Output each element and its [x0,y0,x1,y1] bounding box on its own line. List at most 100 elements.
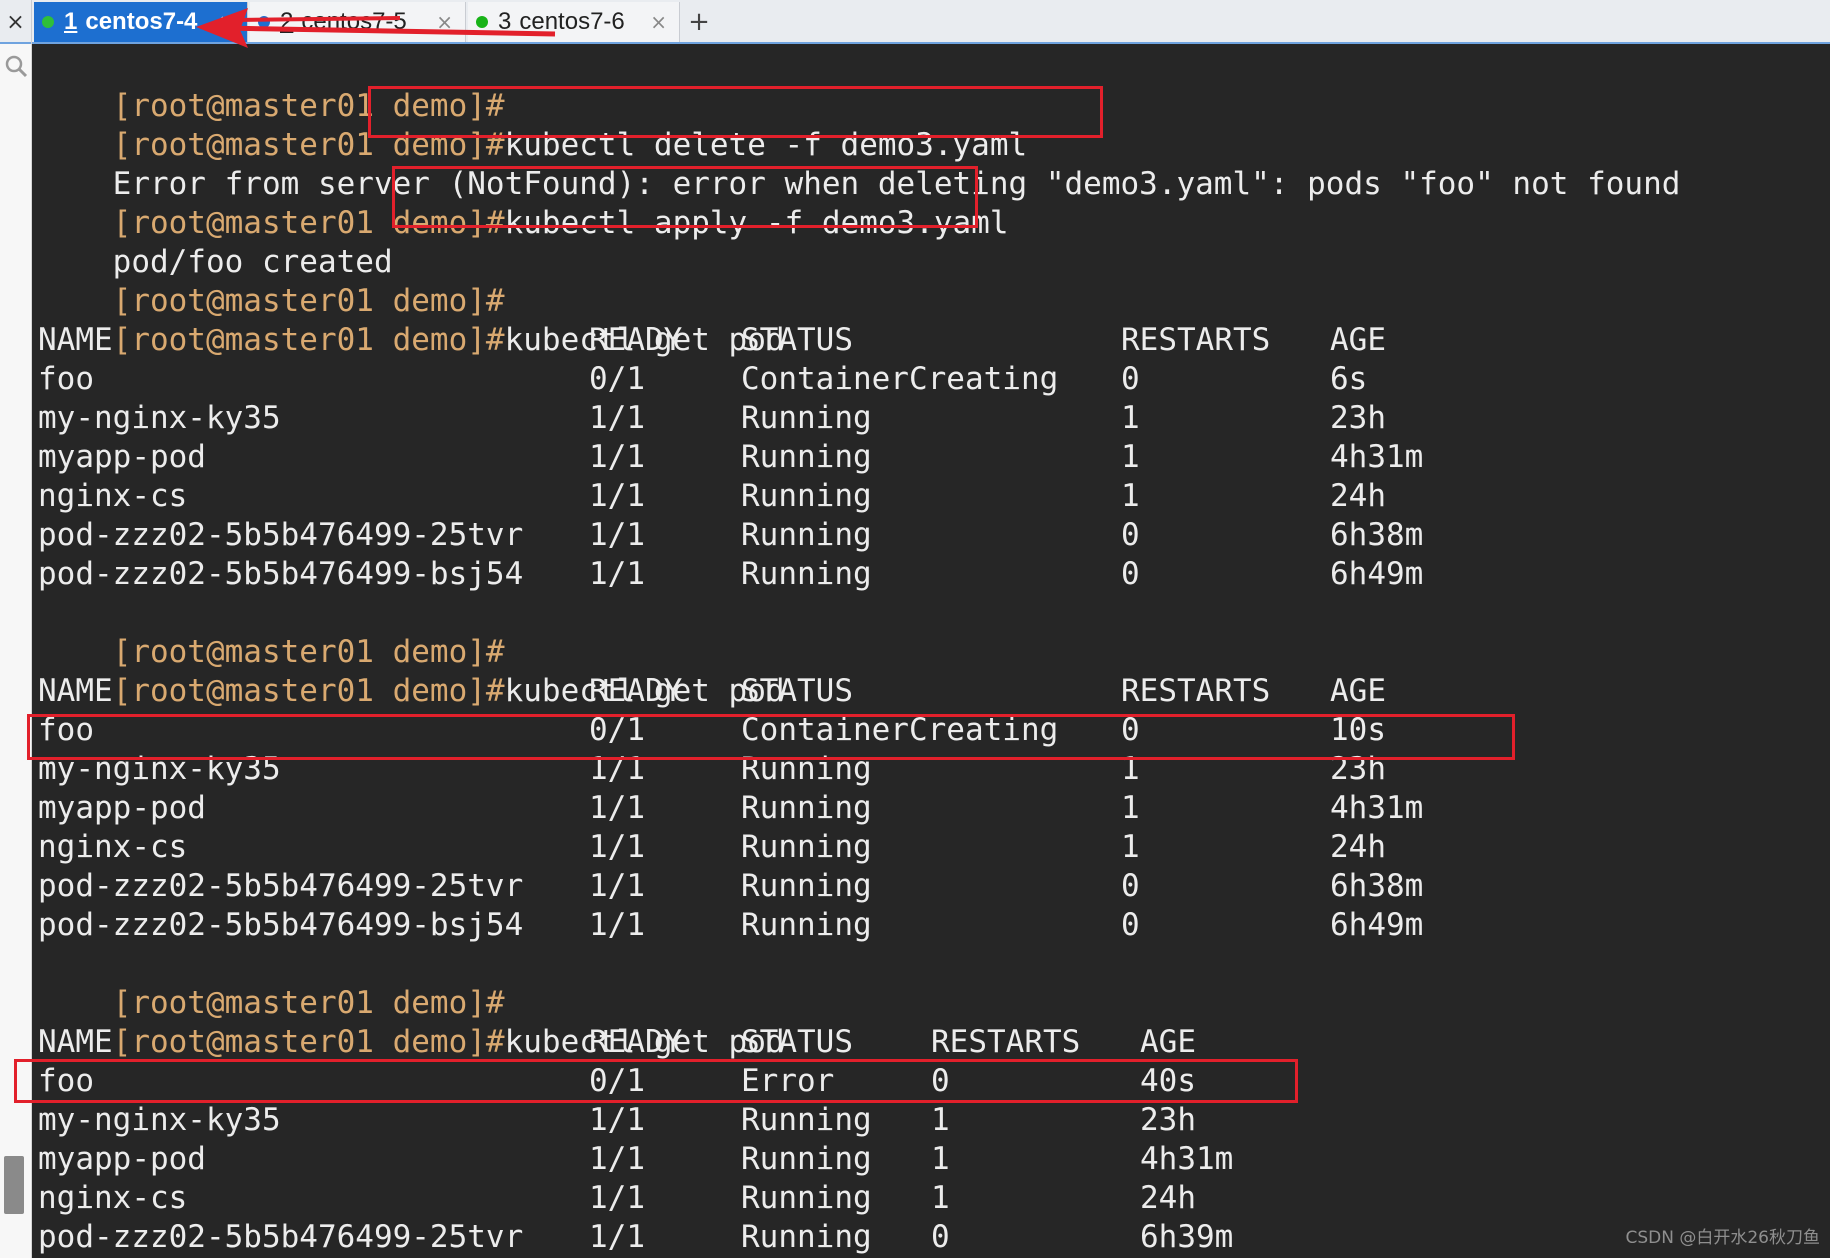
pod-name: pod-zzz02-5b5b476499-25tvr [38,517,524,553]
pod-restarts: 1 [1121,829,1140,865]
terminal-line: [root@master01 demo]# [38,945,505,1021]
pod-restarts: 1 [931,1102,950,1138]
table-row: nginx-cs 1/1 Running 1 24h [38,828,1638,867]
table-row: my-nginx-ky35 1/1 Running 1 23h [38,399,1638,438]
info-dot-icon [258,16,270,28]
pod-ready: 1/1 [589,1180,645,1216]
pod-restarts: 0 [1121,907,1140,943]
status-dot-icon [42,16,54,28]
pod-restarts: 0 [1121,868,1140,904]
terminal-line: [root@master01 demo]#kubectl delete -f d… [38,87,1028,163]
pod-ready: 1/1 [589,907,645,943]
tab-centos7-6[interactable]: 3 centos7-6 × [468,2,680,42]
tab-close-icon[interactable]: × [650,10,667,34]
new-tab-button[interactable]: + [682,2,716,42]
tab-number: 3 [498,8,512,35]
pod-name: pod-zzz02-5b5b476499-25tvr [38,868,524,904]
table-header: NAME READY STATUS RESTARTS AGE [38,321,1638,360]
pod-restarts: 0 [1121,712,1140,748]
column-header: STATUS [741,1024,853,1060]
pod-name: pod-zzz02-5b5b476499-25tvr [38,1219,524,1255]
status-dot-icon [476,16,488,28]
pod-restarts: 1 [1121,439,1140,475]
close-all-button[interactable]: × [0,0,32,44]
tab-number: 1 [64,8,78,35]
pod-name: my-nginx-ky35 [38,751,281,787]
pod-name: foo [38,1063,94,1099]
terminal-line: [root@master01 demo]# [38,243,505,319]
pod-ready: 0/1 [589,712,645,748]
pod-age: 23h [1140,1102,1196,1138]
pod-age: 6h38m [1330,517,1424,553]
pod-age: 6s [1330,361,1368,397]
pod-age: 10s [1330,712,1386,748]
terminal-line: [root@master01 demo]#kubectl get pod [38,282,785,358]
table-row: pod-zzz02-5b5b476499-bsj54 1/1 Running 0… [38,906,1638,945]
table-row: foo 0/1 ContainerCreating 0 10s [38,711,1638,750]
pod-status: Running [741,1219,872,1255]
pod-ready: 1/1 [589,439,645,475]
pod-status: Running [741,439,872,475]
pod-status: Running [741,751,872,787]
terminal-line: [root@master01 demo]#kubectl get pod [38,633,785,709]
column-header: READY [589,673,683,709]
pod-age: 4h31m [1330,790,1424,826]
pod-ready: 1/1 [589,517,645,553]
pod-name: nginx-cs [38,478,188,514]
pod-name: myapp-pod [38,1141,206,1177]
tab-label: centos7-6 [519,8,625,35]
pod-ready: 0/1 [589,361,645,397]
left-sidebar [0,44,32,1258]
tab-number: 2 [280,8,294,35]
pod-status: ContainerCreating [741,361,1059,397]
terminal-line: pod/foo created [38,204,393,280]
pod-status: ContainerCreating [741,712,1059,748]
pod-age: 24h [1140,1180,1196,1216]
pod-name: myapp-pod [38,439,206,475]
pod-status: Running [741,478,872,514]
tab-centos7-5[interactable]: 2 centos7-5 × [250,2,466,42]
pod-name: foo [38,361,94,397]
pod-age: 6h49m [1330,556,1424,592]
pod-name: foo [38,712,94,748]
table-row: myapp-pod 1/1 Running 1 4h31m [38,438,1638,477]
column-header: AGE [1330,322,1386,358]
pod-ready: 0/1 [589,1063,645,1099]
search-icon[interactable] [4,54,28,78]
table-row: my-nginx-ky35 1/1 Running 1 23h [38,1101,1638,1140]
pod-name: my-nginx-ky35 [38,400,281,436]
terminal-line: Error from server (NotFound): error when… [38,126,1681,202]
pod-ready: 1/1 [589,751,645,787]
column-header: READY [589,322,683,358]
pod-status: Running [741,868,872,904]
column-header: NAME [38,673,113,709]
terminal-output[interactable]: [root@master01 demo]# [root@master01 dem… [32,44,1830,1258]
pod-ready: 1/1 [589,1141,645,1177]
pod-age: 40s [1140,1063,1196,1099]
column-header: RESTARTS [1121,673,1271,709]
tab-close-icon[interactable]: × [436,10,453,34]
pod-age: 24h [1330,478,1386,514]
pod-ready: 1/1 [589,1219,645,1255]
pod-status: Running [741,829,872,865]
column-header: NAME [38,322,113,358]
pod-name: pod-zzz02-5b5b476499-bsj54 [38,556,524,592]
pod-age: 4h31m [1330,439,1424,475]
pod-restarts: 0 [1121,361,1140,397]
pod-name: nginx-cs [38,829,188,865]
scrollbar-thumb[interactable] [4,1156,24,1214]
pod-restarts: 0 [1121,556,1140,592]
tab-centos7-4[interactable]: 1 centos7-4 × [34,2,248,42]
pod-status: Running [741,400,872,436]
pod-name: my-nginx-ky35 [38,1102,281,1138]
table-row: pod-zzz02-5b5b476499-25tvr 1/1 Running 0… [38,867,1638,906]
pod-restarts: 1 [1121,478,1140,514]
pod-name: pod-zzz02-5b5b476499-bsj54 [38,907,524,943]
command-text: kubectl apply -f demo3.yaml [504,205,1009,241]
tab-close-icon[interactable]: × [218,10,235,34]
column-header: NAME [38,1024,113,1060]
pod-status: Error [741,1063,835,1099]
table-header: NAME READY STATUS RESTARTS AGE [38,1023,1638,1062]
pod-restarts: 1 [1121,400,1140,436]
table-row: foo 0/1 ContainerCreating 0 6s [38,360,1638,399]
